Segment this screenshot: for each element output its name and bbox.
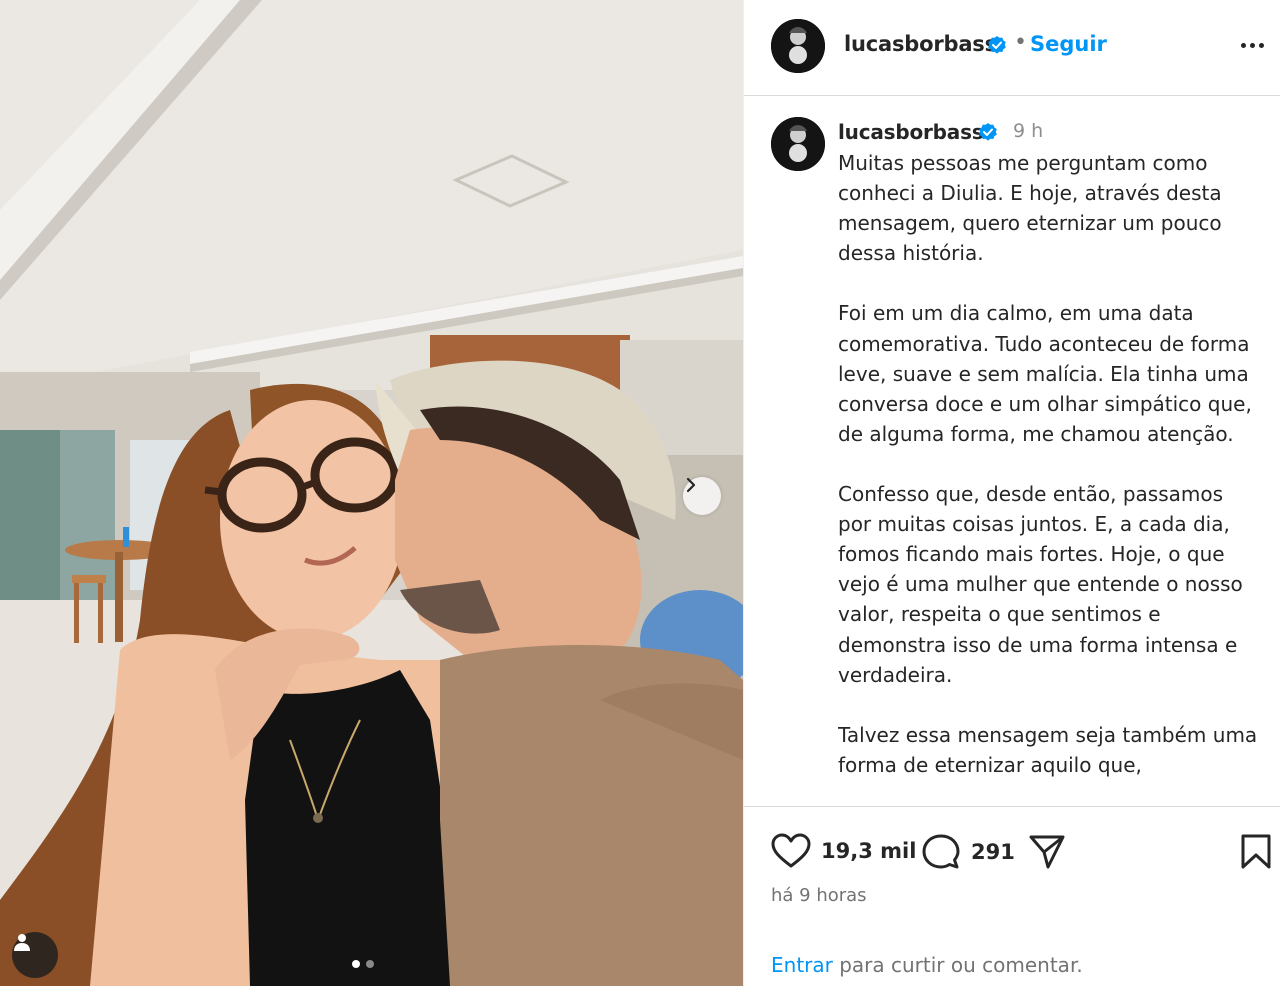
profile-photo	[771, 117, 825, 171]
paper-plane-icon[interactable]	[1028, 834, 1066, 870]
caption-avatar[interactable]	[771, 117, 825, 171]
share-action[interactable]	[1028, 834, 1066, 870]
heart-icon[interactable]	[771, 833, 811, 869]
carousel-dot-active	[352, 960, 360, 968]
username-link[interactable]: lucasborbass	[844, 32, 997, 56]
comment-action: 291	[921, 833, 1015, 871]
chevron-right-icon	[686, 477, 696, 493]
login-prompt: Entrar para curtir ou comentar.	[771, 953, 1083, 977]
separator-dot: •	[1014, 30, 1027, 55]
caption-paragraph: Foi em um dia calmo, em uma data comemor…	[838, 301, 1252, 446]
post-photo[interactable]	[0, 0, 743, 986]
profile-photo	[771, 19, 825, 73]
post-actions: 19,3 mil 291 há 9 horas Entrar para curt…	[744, 806, 1280, 987]
caption-paragraph: Talvez essa mensagem seja também uma for…	[838, 722, 1258, 777]
carousel-indicator	[352, 960, 374, 968]
couple-selfie-image	[0, 0, 743, 986]
verified-badge-icon	[987, 35, 1007, 59]
like-action: 19,3 mil	[771, 833, 916, 869]
verified-badge-icon	[978, 122, 998, 146]
save-action[interactable]	[1240, 834, 1272, 870]
carousel-dot	[366, 960, 374, 968]
post-time-short[interactable]: 9 h	[1013, 120, 1043, 142]
comments-count: 291	[971, 840, 1015, 864]
caption-paragraph: Confesso que, desde então, passamos por …	[838, 482, 1243, 687]
post-header: lucasborbass • Seguir	[744, 0, 1280, 96]
post-details-panel: lucasborbass • Seguir lucasborbass 9 h M…	[743, 0, 1280, 986]
bookmark-icon[interactable]	[1240, 834, 1272, 870]
likes-count[interactable]: 19,3 mil	[821, 839, 916, 863]
tagged-users-button[interactable]	[12, 932, 58, 978]
caption-username-link[interactable]: lucasborbass	[838, 120, 984, 144]
comment-bubble-icon[interactable]	[921, 833, 961, 871]
login-link[interactable]: Entrar	[771, 953, 833, 977]
person-icon	[14, 934, 30, 951]
caption-text: Muitas pessoas me perguntam como conheci…	[838, 148, 1258, 804]
caption-paragraph: Muitas pessoas me perguntam como conheci…	[838, 151, 1222, 266]
follow-button[interactable]: Seguir	[1030, 32, 1107, 56]
login-prompt-text: para curtir ou comentar.	[832, 953, 1083, 977]
avatar[interactable]	[771, 19, 825, 73]
more-options-icon[interactable]	[1241, 35, 1275, 55]
caption-username-wrap: lucasborbass	[838, 120, 984, 144]
post-time-long[interactable]: há 9 horas	[771, 885, 867, 906]
next-slide-button[interactable]	[683, 477, 721, 515]
